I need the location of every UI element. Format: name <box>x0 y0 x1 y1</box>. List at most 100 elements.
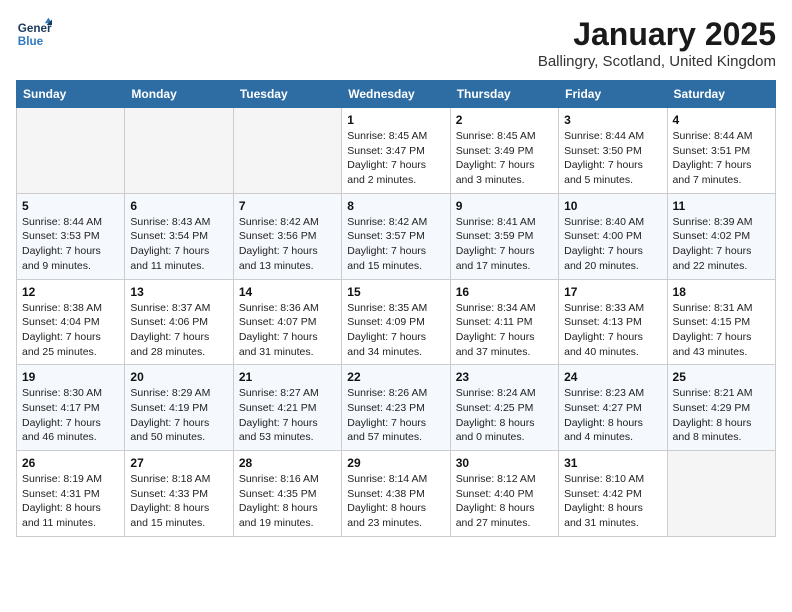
calendar-cell: 20 Sunrise: 8:29 AM Sunset: 4:19 PM Dayli… <box>125 365 233 451</box>
day-info: Sunrise: 8:21 AM Sunset: 4:29 PM Dayligh… <box>673 386 770 445</box>
calendar-cell: 15Sunrise: 8:35 AM Sunset: 4:09 PM Dayli… <box>342 279 450 365</box>
calendar-cell: 14 Sunrise: 8:36 AM Sunset: 4:07 PM Dayli… <box>233 279 341 365</box>
day-number: 21 <box>239 370 336 384</box>
calendar-cell: 11 Sunrise: 8:39 AM Sunset: 4:02 PM Dayli… <box>667 193 775 279</box>
calendar-cell: 6 Sunrise: 8:43 AM Sunset: 3:54 PM Daylig… <box>125 193 233 279</box>
day-number: 20 <box>130 370 227 384</box>
day-info: Sunrise: 8:14 AM Sunset: 4:38 PM Dayligh… <box>347 472 444 531</box>
day-info: Sunrise: 8:43 AM Sunset: 3:54 PM Dayligh… <box>130 215 227 274</box>
day-info: Sunrise: 8:33 AM Sunset: 4:13 PM Dayligh… <box>564 301 661 360</box>
day-number: 25 <box>673 370 770 384</box>
day-info: Sunrise: 8:44 AM Sunset: 3:50 PM Dayligh… <box>564 129 661 188</box>
calendar-cell: 10 Sunrise: 8:40 AM Sunset: 4:00 PM Dayli… <box>559 193 667 279</box>
day-info: Sunrise: 8:12 AM Sunset: 4:40 PM Dayligh… <box>456 472 553 531</box>
day-number: 1 <box>347 113 444 127</box>
calendar-cell: 1 Sunrise: 8:45 AM Sunset: 3:47 PM Daylig… <box>342 108 450 194</box>
calendar-cell: 16 Sunrise: 8:34 AM Sunset: 4:11 PM Dayli… <box>450 279 558 365</box>
location-subtitle: Ballingry, Scotland, United Kingdom <box>538 53 776 70</box>
calendar-cell: 5Sunrise: 8:44 AM Sunset: 3:53 PM Daylig… <box>17 193 125 279</box>
weekday-header-sunday: Sunday <box>17 81 125 108</box>
day-info: Sunrise: 8:30 AM Sunset: 4:17 PM Dayligh… <box>22 386 119 445</box>
calendar-cell: 13Sunrise: 8:37 AM Sunset: 4:06 PM Dayli… <box>125 279 233 365</box>
calendar-cell: 9 Sunrise: 8:41 AM Sunset: 3:59 PM Daylig… <box>450 193 558 279</box>
week-row-3: 12Sunrise: 8:38 AM Sunset: 4:04 PM Dayli… <box>17 279 776 365</box>
day-info: Sunrise: 8:41 AM Sunset: 3:59 PM Dayligh… <box>456 215 553 274</box>
day-number: 11 <box>673 199 770 213</box>
calendar-cell: 26 Sunrise: 8:19 AM Sunset: 4:31 PM Dayli… <box>17 451 125 537</box>
calendar-cell: 25 Sunrise: 8:21 AM Sunset: 4:29 PM Dayli… <box>667 365 775 451</box>
calendar-cell: 31Sunrise: 8:10 AM Sunset: 4:42 PM Dayli… <box>559 451 667 537</box>
week-row-2: 5Sunrise: 8:44 AM Sunset: 3:53 PM Daylig… <box>17 193 776 279</box>
calendar-cell: 18Sunrise: 8:31 AM Sunset: 4:15 PM Dayli… <box>667 279 775 365</box>
day-number: 27 <box>130 456 227 470</box>
day-number: 22 <box>347 370 444 384</box>
day-number: 13 <box>130 285 227 299</box>
day-number: 3 <box>564 113 661 127</box>
weekday-header-friday: Friday <box>559 81 667 108</box>
day-number: 2 <box>456 113 553 127</box>
calendar-cell <box>667 451 775 537</box>
weekday-row: SundayMondayTuesdayWednesdayThursdayFrid… <box>17 81 776 108</box>
day-info: Sunrise: 8:42 AM Sunset: 3:56 PM Dayligh… <box>239 215 336 274</box>
day-info: Sunrise: 8:36 AM Sunset: 4:07 PM Dayligh… <box>239 301 336 360</box>
day-number: 8 <box>347 199 444 213</box>
day-number: 26 <box>22 456 119 470</box>
day-number: 17 <box>564 285 661 299</box>
calendar-body: 1 Sunrise: 8:45 AM Sunset: 3:47 PM Daylig… <box>17 108 776 537</box>
calendar-cell: 8 Sunrise: 8:42 AM Sunset: 3:57 PM Daylig… <box>342 193 450 279</box>
day-number: 31 <box>564 456 661 470</box>
calendar-cell: 28Sunrise: 8:16 AM Sunset: 4:35 PM Dayli… <box>233 451 341 537</box>
title-block: January 2025 Ballingry, Scotland, United… <box>538 16 776 70</box>
calendar-cell: 4 Sunrise: 8:44 AM Sunset: 3:51 PM Daylig… <box>667 108 775 194</box>
calendar-cell: 27Sunrise: 8:18 AM Sunset: 4:33 PM Dayli… <box>125 451 233 537</box>
day-number: 7 <box>239 199 336 213</box>
calendar-cell <box>233 108 341 194</box>
day-number: 16 <box>456 285 553 299</box>
day-info: Sunrise: 8:34 AM Sunset: 4:11 PM Dayligh… <box>456 301 553 360</box>
weekday-header-tuesday: Tuesday <box>233 81 341 108</box>
day-info: Sunrise: 8:23 AM Sunset: 4:27 PM Dayligh… <box>564 386 661 445</box>
day-number: 24 <box>564 370 661 384</box>
day-info: Sunrise: 8:42 AM Sunset: 3:57 PM Dayligh… <box>347 215 444 274</box>
weekday-header-saturday: Saturday <box>667 81 775 108</box>
week-row-5: 26 Sunrise: 8:19 AM Sunset: 4:31 PM Dayli… <box>17 451 776 537</box>
calendar-table: SundayMondayTuesdayWednesdayThursdayFrid… <box>16 80 776 537</box>
month-title: January 2025 <box>538 16 776 53</box>
day-number: 14 <box>239 285 336 299</box>
svg-text:General: General <box>18 22 52 35</box>
calendar-cell: 21 Sunrise: 8:27 AM Sunset: 4:21 PM Dayli… <box>233 365 341 451</box>
day-info: Sunrise: 8:44 AM Sunset: 3:51 PM Dayligh… <box>673 129 770 188</box>
day-info: Sunrise: 8:40 AM Sunset: 4:00 PM Dayligh… <box>564 215 661 274</box>
calendar-cell: 12Sunrise: 8:38 AM Sunset: 4:04 PM Dayli… <box>17 279 125 365</box>
calendar-cell: 17 Sunrise: 8:33 AM Sunset: 4:13 PM Dayli… <box>559 279 667 365</box>
day-info: Sunrise: 8:29 AM Sunset: 4:19 PM Dayligh… <box>130 386 227 445</box>
day-number: 29 <box>347 456 444 470</box>
day-number: 10 <box>564 199 661 213</box>
weekday-header-monday: Monday <box>125 81 233 108</box>
day-info: Sunrise: 8:45 AM Sunset: 3:49 PM Dayligh… <box>456 129 553 188</box>
week-row-4: 19Sunrise: 8:30 AM Sunset: 4:17 PM Dayli… <box>17 365 776 451</box>
svg-text:Blue: Blue <box>18 35 44 48</box>
day-info: Sunrise: 8:31 AM Sunset: 4:15 PM Dayligh… <box>673 301 770 360</box>
calendar-cell: 22 Sunrise: 8:26 AM Sunset: 4:23 PM Dayli… <box>342 365 450 451</box>
calendar-cell: 19Sunrise: 8:30 AM Sunset: 4:17 PM Dayli… <box>17 365 125 451</box>
day-number: 30 <box>456 456 553 470</box>
day-info: Sunrise: 8:45 AM Sunset: 3:47 PM Dayligh… <box>347 129 444 188</box>
calendar-cell: 2 Sunrise: 8:45 AM Sunset: 3:49 PM Daylig… <box>450 108 558 194</box>
day-info: Sunrise: 8:44 AM Sunset: 3:53 PM Dayligh… <box>22 215 119 274</box>
calendar-cell: 7 Sunrise: 8:42 AM Sunset: 3:56 PM Daylig… <box>233 193 341 279</box>
calendar-cell <box>17 108 125 194</box>
day-number: 4 <box>673 113 770 127</box>
day-info: Sunrise: 8:39 AM Sunset: 4:02 PM Dayligh… <box>673 215 770 274</box>
logo: General Blue <box>16 16 52 52</box>
day-number: 28 <box>239 456 336 470</box>
day-info: Sunrise: 8:26 AM Sunset: 4:23 PM Dayligh… <box>347 386 444 445</box>
day-info: Sunrise: 8:35 AM Sunset: 4:09 PM Dayligh… <box>347 301 444 360</box>
day-info: Sunrise: 8:19 AM Sunset: 4:31 PM Dayligh… <box>22 472 119 531</box>
day-number: 23 <box>456 370 553 384</box>
day-number: 9 <box>456 199 553 213</box>
day-number: 6 <box>130 199 227 213</box>
calendar-cell <box>125 108 233 194</box>
day-info: Sunrise: 8:27 AM Sunset: 4:21 PM Dayligh… <box>239 386 336 445</box>
day-info: Sunrise: 8:24 AM Sunset: 4:25 PM Dayligh… <box>456 386 553 445</box>
